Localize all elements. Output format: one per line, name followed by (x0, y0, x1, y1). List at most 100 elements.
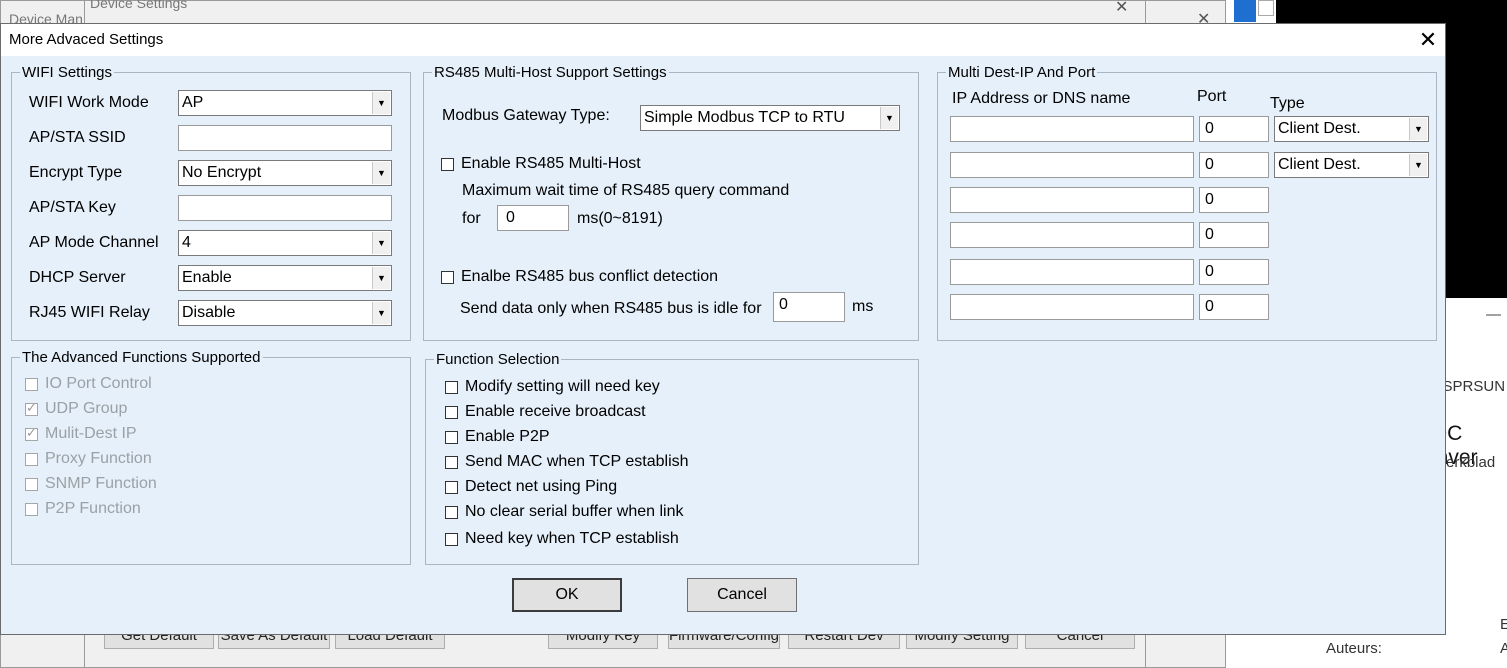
chevron-down-icon[interactable]: ▼ (372, 232, 390, 254)
dest-type-value: Client Dest. (1278, 120, 1361, 137)
chevron-down-icon[interactable]: ▼ (1409, 154, 1427, 176)
max-wait-input[interactable]: 0 (497, 205, 569, 231)
p2p-function-checkbox[interactable] (25, 503, 38, 516)
encrypt-type-label: Encrypt Type (29, 164, 123, 181)
chevron-down-icon[interactable]: ▼ (372, 92, 390, 114)
enable-p2p-label: Enable P2P (465, 428, 550, 445)
dest-ip-input-4[interactable] (950, 222, 1194, 248)
snmp-function-checkbox[interactable] (25, 478, 38, 491)
dest-port-input-6[interactable]: 0 (1199, 294, 1269, 320)
dialog-close-icon[interactable]: ✕ (1413, 26, 1443, 54)
enable-multi-host-checkbox[interactable] (441, 158, 454, 171)
send-mac-checkbox[interactable] (445, 456, 458, 469)
dialog-title: More Advaced Settings (9, 31, 164, 48)
dest-type-value: Client Dest. (1278, 156, 1361, 173)
dest-port-value: 0 (1205, 298, 1214, 315)
dest-ip-input-1[interactable] (950, 116, 1194, 142)
dialog-titlebar[interactable]: More Advaced Settings ✕ (1, 24, 1445, 56)
ip-column-header: IP Address or DNS name (952, 90, 1131, 107)
udp-group-checkbox[interactable]: ✓ (25, 400, 38, 416)
ap-sta-key-label: AP/STA Key (29, 199, 116, 216)
multi-dest-ip-legend: Multi Dest-IP And Port (948, 64, 1096, 81)
modify-setting-key-checkbox[interactable] (445, 381, 458, 394)
ap-sta-key-input[interactable] (178, 195, 392, 221)
modbus-gateway-select[interactable]: Simple Modbus TCP to RTU ▼ (640, 105, 900, 131)
snmp-function-label: SNMP Function (45, 475, 157, 492)
rj45-wifi-relay-value: Disable (182, 304, 236, 321)
dest-port-input-1[interactable]: 0 (1199, 116, 1269, 142)
bus-conflict-checkbox[interactable] (441, 271, 454, 284)
ssid-label: AP/STA SSID (29, 129, 126, 146)
taskbar-thumbnail-icon[interactable] (1234, 0, 1256, 22)
max-wait-unit: ms(0~8191) (577, 210, 663, 227)
wifi-work-mode-select[interactable]: AP ▼ (178, 90, 392, 116)
pane-dash[interactable]: — (1486, 306, 1501, 323)
dest-port-input-5[interactable]: 0 (1199, 259, 1269, 285)
proxy-function-label: Proxy Function (45, 450, 152, 467)
dest-port-input-2[interactable]: 0 (1199, 152, 1269, 178)
encrypt-type-select[interactable]: No Encrypt ▼ (178, 160, 392, 186)
detect-ping-checkbox[interactable] (445, 481, 458, 494)
dhcp-server-label: DHCP Server (29, 269, 126, 286)
p2p-function-label: P2P Function (45, 500, 141, 517)
ap-mode-channel-select[interactable]: 4 ▼ (178, 230, 392, 256)
dhcp-server-value: Enable (182, 269, 232, 286)
chevron-down-icon[interactable]: ▼ (372, 162, 390, 184)
send-mac-label: Send MAC when TCP establish (465, 453, 689, 470)
pane-text-line5: E (1500, 616, 1507, 633)
dest-port-value: 0 (1205, 191, 1214, 208)
detect-ping-label: Detect net using Ping (465, 478, 618, 495)
ok-button[interactable]: OK (512, 578, 622, 612)
idle-time-value: 0 (779, 296, 788, 313)
enable-p2p-checkbox[interactable] (445, 431, 458, 444)
ssid-input[interactable] (178, 125, 392, 151)
modbus-gateway-label: Modbus Gateway Type: (442, 107, 610, 124)
max-wait-label: Maximum wait time of RS485 query command (462, 182, 790, 199)
type-column-header: Type (1270, 95, 1305, 112)
wifi-work-mode-value: AP (182, 94, 204, 111)
max-wait-value: 0 (506, 209, 515, 226)
chevron-down-icon[interactable]: ▼ (372, 302, 390, 324)
dhcp-server-select[interactable]: Enable ▼ (178, 265, 392, 291)
dest-ip-input-3[interactable] (950, 187, 1194, 213)
chevron-down-icon[interactable]: ▼ (1409, 118, 1427, 140)
enable-multi-host-label: Enable RS485 Multi-Host (461, 155, 641, 172)
pane-authors-label: Auteurs: (1326, 640, 1382, 657)
rs485-settings-legend: RS485 Multi-Host Support Settings (434, 64, 667, 81)
check-icon: ✓ (26, 425, 37, 440)
chevron-down-icon[interactable]: ▼ (372, 267, 390, 289)
no-clear-buffer-checkbox[interactable] (445, 506, 458, 519)
io-port-control-checkbox[interactable] (25, 378, 38, 391)
need-key-tcp-checkbox[interactable] (445, 533, 458, 546)
pane-text-line6: A (1500, 640, 1507, 657)
chevron-down-icon[interactable]: ▼ (880, 107, 898, 129)
receive-broadcast-checkbox[interactable] (445, 406, 458, 419)
dest-type-select-2[interactable]: Client Dest. ▼ (1274, 152, 1429, 178)
dest-port-input-4[interactable]: 0 (1199, 222, 1269, 248)
dest-ip-input-6[interactable] (950, 294, 1194, 320)
cancel-button[interactable]: Cancel (687, 578, 797, 612)
dest-type-select-1[interactable]: Client Dest. ▼ (1274, 116, 1429, 142)
check-icon: ✓ (26, 400, 37, 415)
document-thumbnail-icon[interactable] (1258, 0, 1274, 16)
idle-time-input[interactable]: 0 (773, 292, 845, 322)
port-column-header: Port (1197, 88, 1227, 105)
rj45-wifi-relay-label: RJ45 WIFI Relay (29, 304, 150, 321)
dest-port-input-3[interactable]: 0 (1199, 187, 1269, 213)
rj45-wifi-relay-select[interactable]: Disable ▼ (178, 300, 392, 326)
idle-label: Send data only when RS485 bus is idle fo… (460, 300, 762, 317)
multi-dest-ip-checkbox[interactable]: ✓ (25, 425, 38, 441)
dest-port-value: 0 (1205, 263, 1214, 280)
for-label: for (462, 210, 481, 227)
multi-dest-ip-label: Mulit-Dest IP (45, 425, 137, 442)
proxy-function-checkbox[interactable] (25, 453, 38, 466)
advanced-functions-legend: The Advanced Functions Supported (22, 349, 261, 366)
wifi-work-mode-label: WIFI Work Mode (29, 94, 149, 111)
dest-ip-input-2[interactable] (950, 152, 1194, 178)
dest-ip-input-5[interactable] (950, 259, 1194, 285)
device-settings-close-icon[interactable]: ✕ (1115, 0, 1128, 17)
modify-setting-key-label: Modify setting will need key (465, 378, 660, 395)
pane-text-line3: erkblad (1446, 454, 1496, 471)
more-advanced-settings-dialog: More Advaced Settings ✕ WIFI Settings WI… (0, 23, 1446, 635)
idle-unit: ms (852, 298, 874, 315)
